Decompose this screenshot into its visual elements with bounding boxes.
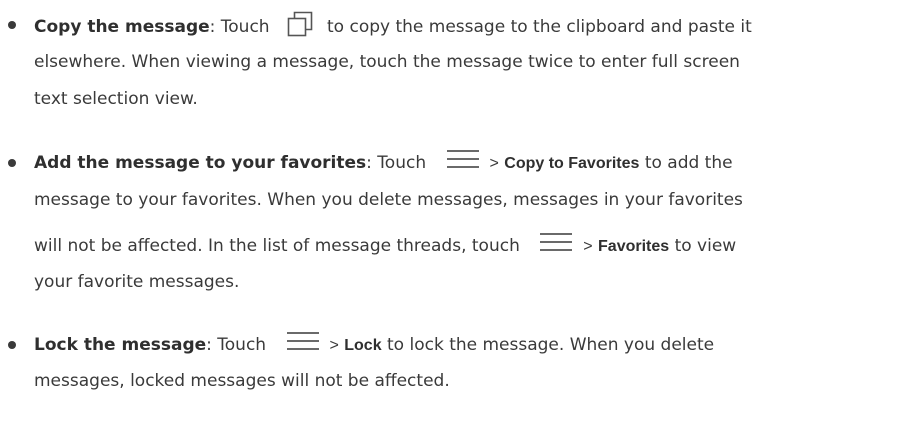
text-line: Add the message to your favorites: Touch… <box>34 150 733 175</box>
text-fragment: will not be affected. In the list of mes… <box>34 236 520 256</box>
menu-icon <box>539 231 573 253</box>
item-heading: Add the message to your favorites <box>34 153 367 173</box>
separator: > <box>583 238 593 255</box>
item-heading: Lock the message <box>34 335 207 355</box>
text-fragment: elsewhere. When viewing a message, touch… <box>34 52 740 72</box>
text-fragment: : Touch <box>209 17 270 37</box>
menu-icon <box>446 148 480 170</box>
action-label: Lock <box>344 337 382 354</box>
text-line: message to your favorites. When you dele… <box>34 189 743 211</box>
text-fragment: to lock the message. When you delete <box>387 335 715 355</box>
text-line: Copy the message: Touch to copy the mess… <box>34 11 752 40</box>
text-fragment: : Touch <box>366 153 427 173</box>
text-line: messages, locked messages will not be af… <box>34 370 450 392</box>
copy-icon <box>287 11 313 37</box>
bullet-dot <box>8 159 16 167</box>
separator: > <box>489 155 499 172</box>
text-line: text selection view. <box>34 88 198 110</box>
text-fragment: to view <box>674 236 737 256</box>
text-line: your favorite messages. <box>34 271 239 293</box>
text-line: will not be affected. In the list of mes… <box>34 233 737 258</box>
text-fragment: : Touch <box>206 335 267 355</box>
text-line: Lock the message: Touch > Lock to lock t… <box>34 332 715 357</box>
text-fragment: message to your favorites. When you dele… <box>34 190 743 210</box>
bullet-dot <box>8 341 16 349</box>
text-fragment: messages, locked messages will not be af… <box>34 371 450 391</box>
separator: > <box>329 337 339 354</box>
item-heading: Copy the message <box>34 17 210 37</box>
action-label: Copy to Favorites <box>504 155 640 172</box>
text-fragment: to add the <box>644 153 733 173</box>
text-fragment: text selection view. <box>34 89 198 109</box>
text-fragment: your favorite messages. <box>34 272 240 292</box>
action-label: Favorites <box>598 238 670 255</box>
text-line: elsewhere. When viewing a message, touch… <box>34 51 740 73</box>
bullet-dot <box>8 21 16 29</box>
menu-icon <box>286 330 320 352</box>
text-fragment: to copy the message to the clipboard and… <box>327 17 752 37</box>
